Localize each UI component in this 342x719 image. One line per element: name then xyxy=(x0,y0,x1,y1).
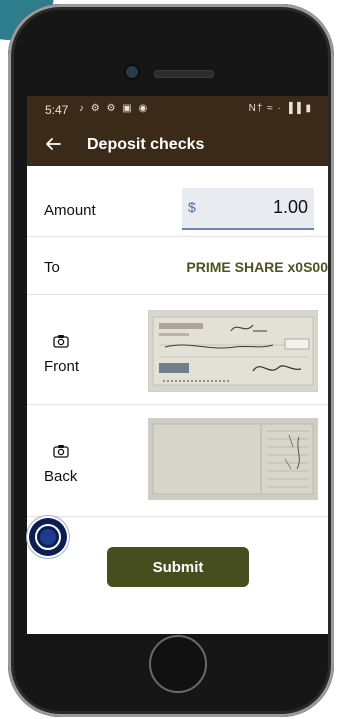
status-bar: 5:47 ♪ ⚙ ⚙ ▣ ◉ N† ≈ · ▐▐ ▮ xyxy=(27,96,328,124)
camera-icon[interactable] xyxy=(53,444,69,458)
front-label: Front xyxy=(44,358,80,375)
to-account-row[interactable]: To PRIME SHARE x0S00 xyxy=(27,238,328,295)
system-icons: N† ≈ · ▐▐ ▮ xyxy=(248,103,312,114)
record-icon xyxy=(35,524,61,550)
app-bar: Deposit checks xyxy=(27,124,328,166)
home-button[interactable] xyxy=(149,635,207,693)
notification-icons: ♪ ⚙ ⚙ ▣ ◉ xyxy=(79,103,150,114)
back-label: Back xyxy=(44,468,78,485)
to-account-value: PRIME SHARE x0S00 xyxy=(186,259,328,275)
phone-screen: 5:47 ♪ ⚙ ⚙ ▣ ◉ N† ≈ · ▐▐ ▮ Deposit check… xyxy=(27,96,328,634)
check-front-row: Front xyxy=(27,296,328,405)
check-back-image[interactable] xyxy=(148,418,318,500)
status-time: 5:47 xyxy=(45,103,69,117)
arrow-left-icon[interactable] xyxy=(41,132,65,156)
amount-label: Amount xyxy=(44,202,96,219)
check-back-row: Back xyxy=(27,406,328,517)
stage: 5:47 ♪ ⚙ ⚙ ▣ ◉ N† ≈ · ▐▐ ▮ Deposit check… xyxy=(0,0,342,719)
page-title: Deposit checks xyxy=(87,136,205,153)
deposit-form: Amount $ 1.00 To PRIME SHARE x0S00 Front xyxy=(27,166,328,634)
check-front-image[interactable] xyxy=(148,310,318,392)
to-label: To xyxy=(44,259,60,276)
currency-symbol: $ xyxy=(188,199,196,215)
amount-row: Amount $ 1.00 xyxy=(27,184,328,237)
amount-input[interactable]: $ 1.00 xyxy=(182,188,314,230)
front-camera xyxy=(126,66,138,78)
submit-button[interactable]: Submit xyxy=(107,547,249,587)
camera-icon[interactable] xyxy=(53,334,69,348)
record-button[interactable] xyxy=(29,518,67,556)
amount-value: 1.00 xyxy=(272,197,308,217)
earpiece-speaker xyxy=(154,70,214,78)
